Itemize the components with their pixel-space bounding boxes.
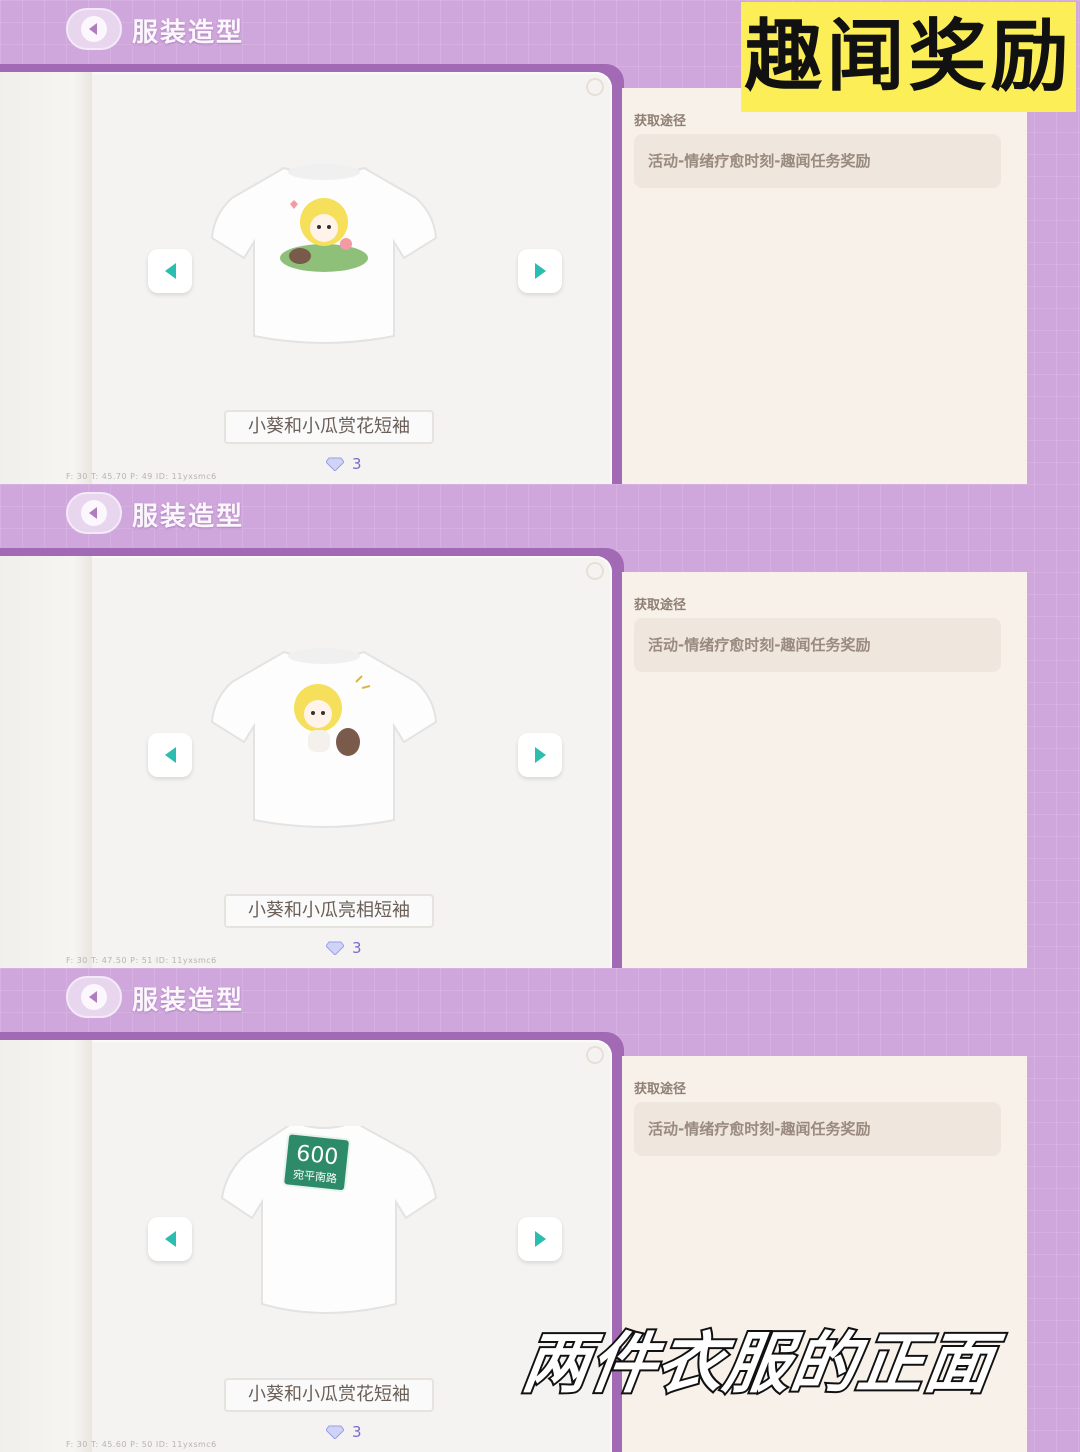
outfit-name: 小葵和小瓜赏花短袖 — [224, 1378, 434, 1412]
debug-stats: F: 30 T: 47.50 P: 51 ID: 11yxsmc6 — [66, 956, 217, 965]
back-button[interactable] — [66, 976, 122, 1018]
outfit-count-value: 3 — [352, 455, 362, 473]
source-heading: 获取途径 — [634, 1082, 687, 1097]
book-spine — [0, 556, 92, 968]
outfit-count: 3 — [326, 455, 362, 473]
back-arrow-icon — [81, 984, 107, 1010]
prev-arrow-icon — [164, 263, 176, 279]
outfit-count: 3 — [326, 1423, 362, 1441]
source-text: 活动-情绪疗愈时刻-趣闻任务奖励 — [634, 618, 1001, 672]
book-spine — [0, 72, 92, 484]
outfit-count: 3 — [326, 939, 362, 957]
book-spine — [0, 1040, 92, 1452]
source-info-panel: 获取途径 活动-情绪疗愈时刻-趣闻任务奖励 — [622, 88, 1027, 484]
book-corner-decoration — [586, 78, 604, 96]
outfit-count-value: 3 — [352, 1423, 362, 1441]
prev-outfit-button[interactable] — [148, 249, 192, 293]
debug-stats: F: 30 T: 45.70 P: 49 ID: 11yxsmc6 — [66, 472, 217, 481]
next-arrow-icon — [534, 1231, 546, 1247]
caption-overlay: 两件衣服的正面 — [516, 1323, 1000, 1404]
page-title: 服装造型 — [132, 502, 245, 532]
source-heading: 获取途径 — [634, 598, 687, 613]
next-outfit-button[interactable] — [518, 1217, 562, 1261]
next-arrow-icon — [534, 747, 546, 763]
book-corner-decoration — [586, 1046, 604, 1064]
tshirt-image-green-sign: 600 宛平南路 — [220, 1126, 438, 1314]
back-arrow-icon — [81, 500, 107, 526]
book-corner-decoration — [586, 562, 604, 580]
outfit-name: 小葵和小瓜亮相短袖 — [224, 894, 434, 928]
gem-icon — [326, 457, 344, 471]
outfit-panel-2: 服装造型 获取途径 活动-情绪疗愈时刻-趣闻任务奖励 小葵和小瓜亮相短袖 3 F… — [0, 484, 1080, 968]
outfit-name: 小葵和小瓜赏花短袖 — [224, 410, 434, 444]
tshirt-image-sunflower-seed — [210, 648, 438, 828]
source-text: 活动-情绪疗愈时刻-趣闻任务奖励 — [634, 134, 1001, 188]
outfit-count-value: 3 — [352, 939, 362, 957]
gem-icon — [326, 941, 344, 955]
reward-stamp: 趣闻奖励 — [741, 2, 1076, 112]
source-info-panel: 获取途径 活动-情绪疗愈时刻-趣闻任务奖励 — [622, 572, 1027, 968]
source-heading: 获取途径 — [634, 114, 687, 129]
source-text: 活动-情绪疗愈时刻-趣闻任务奖励 — [634, 1102, 1001, 1156]
next-outfit-button[interactable] — [518, 733, 562, 777]
next-outfit-button[interactable] — [518, 249, 562, 293]
back-arrow-icon — [81, 16, 107, 42]
sign-number: 600 — [295, 1141, 339, 1170]
prev-arrow-icon — [164, 747, 176, 763]
back-button[interactable] — [66, 8, 122, 50]
gem-icon — [326, 1425, 344, 1439]
next-arrow-icon — [534, 263, 546, 279]
debug-stats: F: 30 T: 45.60 P: 50 ID: 11yxsmc6 — [66, 1440, 217, 1449]
prev-outfit-button[interactable] — [148, 733, 192, 777]
prev-outfit-button[interactable] — [148, 1217, 192, 1261]
page-title: 服装造型 — [132, 18, 245, 48]
page-title: 服装造型 — [132, 986, 245, 1016]
back-button[interactable] — [66, 492, 122, 534]
prev-arrow-icon — [164, 1231, 176, 1247]
tshirt-image-sunflower-leaf — [210, 164, 438, 344]
